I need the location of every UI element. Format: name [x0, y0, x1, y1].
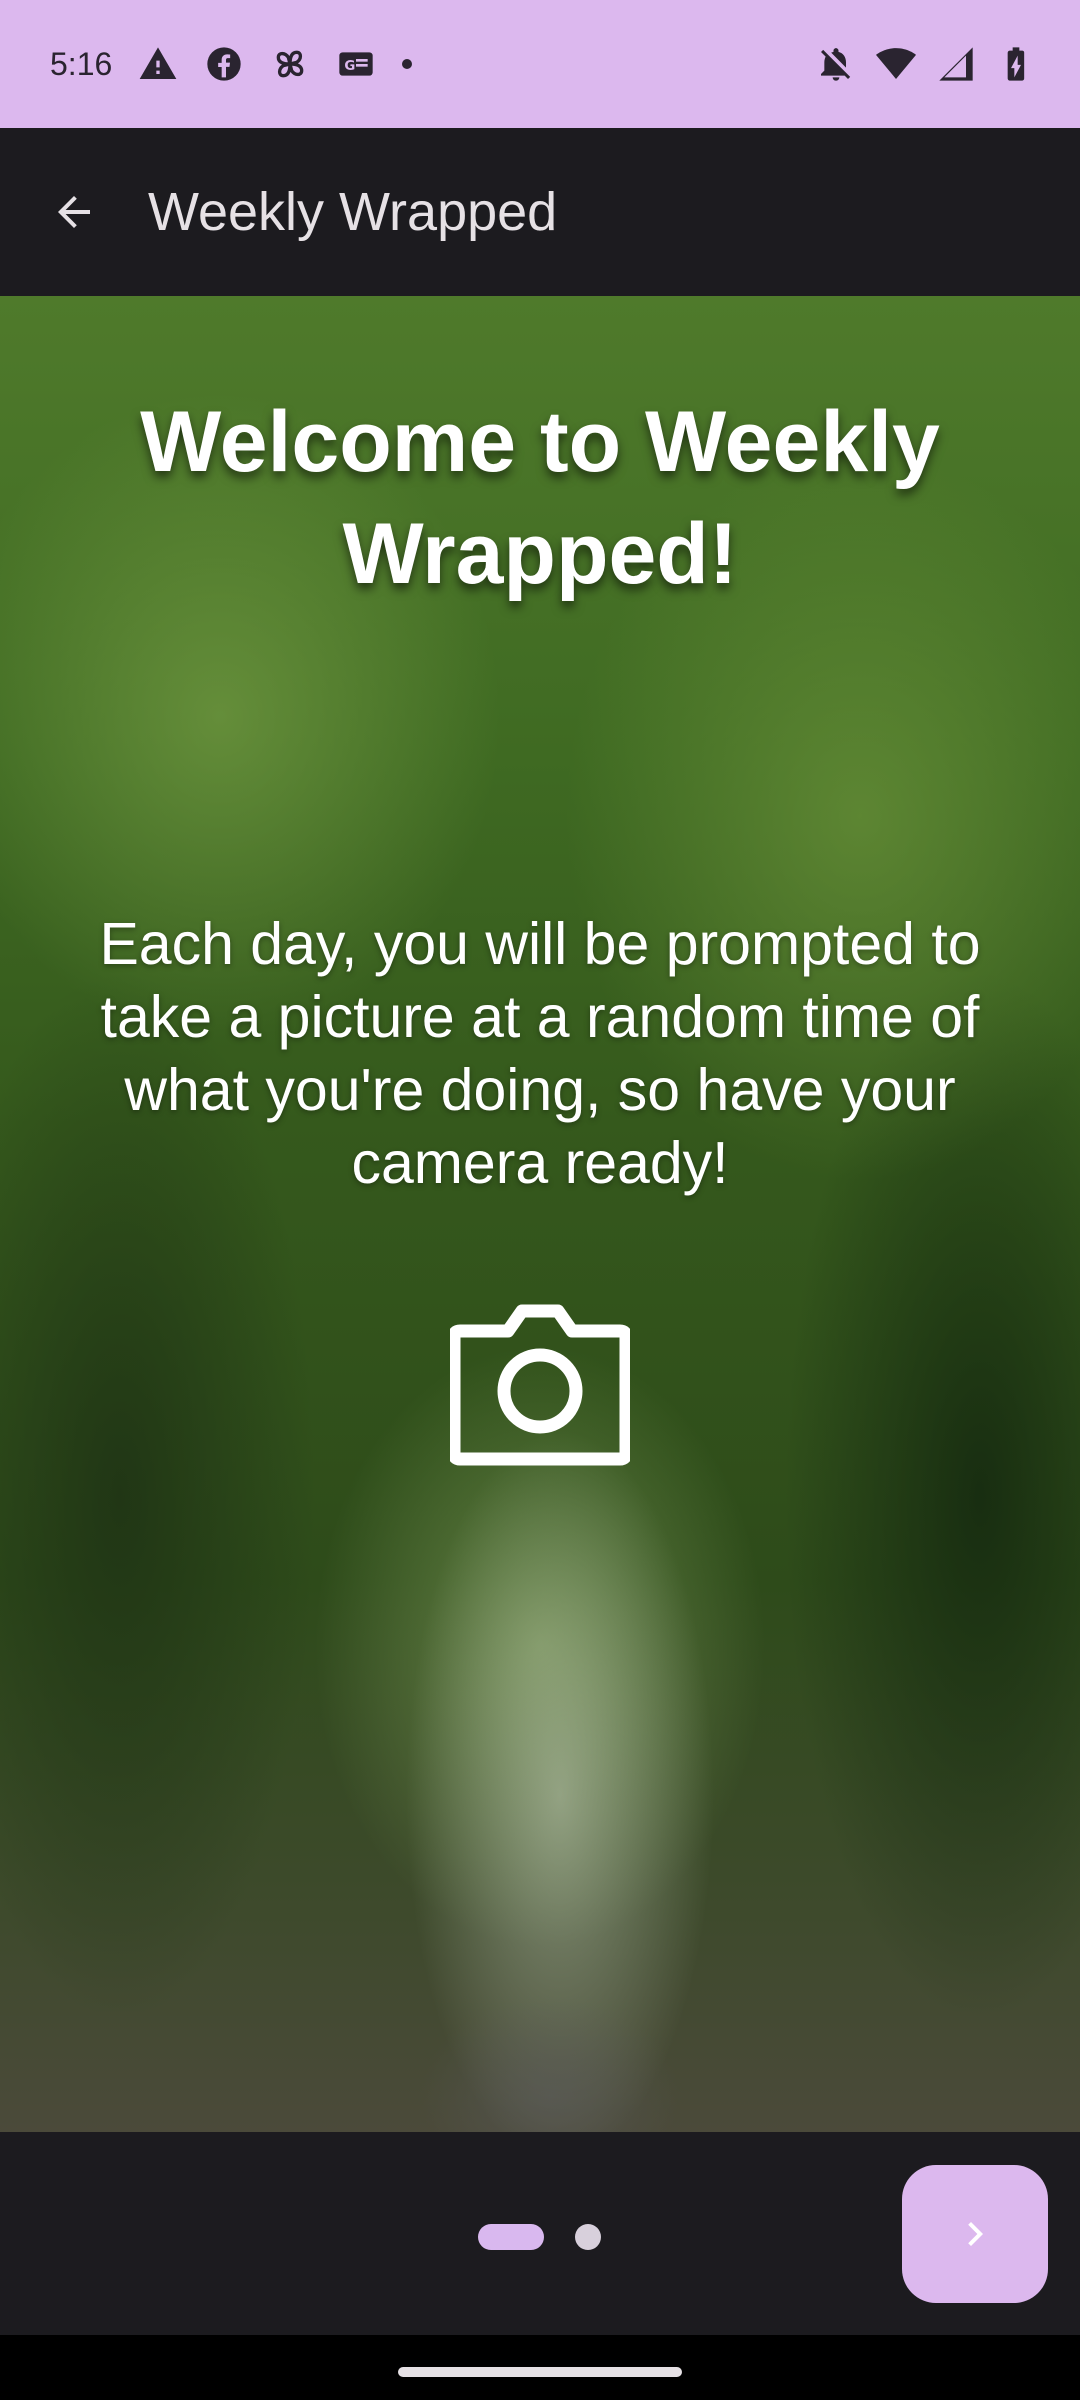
- navigation-bar: [0, 2335, 1080, 2400]
- onboarding-description: Each day, you will be prompted to take a…: [99, 911, 981, 1196]
- page-title: Weekly Wrapped: [148, 182, 558, 242]
- chevron-right-icon: [968, 2222, 983, 2246]
- battery-charging-icon: [996, 44, 1036, 84]
- facebook-icon: [204, 44, 244, 84]
- next-button[interactable]: [902, 2165, 1048, 2303]
- pinwheel-icon: [270, 44, 310, 84]
- notifications-off-icon: [816, 44, 856, 84]
- welcome-title: Welcome to Weekly Wrapped!: [140, 394, 940, 602]
- wifi-icon: [876, 44, 916, 84]
- status-time: 5:16: [50, 45, 113, 82]
- bottom-bar: [0, 2132, 1080, 2335]
- signal-icon: [936, 44, 976, 84]
- back-button[interactable]: [26, 164, 122, 260]
- status-right: [816, 44, 1036, 84]
- page-indicator-inactive[interactable]: [575, 2224, 601, 2250]
- status-left: 5:16 G: [50, 44, 413, 84]
- svg-text:G: G: [345, 59, 356, 74]
- arrow-back-icon: [58, 196, 90, 228]
- page-indicator-active[interactable]: [478, 2224, 544, 2250]
- app-bar: Weekly Wrapped: [0, 128, 1080, 296]
- dot-icon: [402, 59, 413, 69]
- background-image: [420, 1996, 680, 2132]
- news-icon: G: [336, 44, 376, 84]
- onboarding-page[interactable]: Welcome to Weekly Wrapped! Each day, you…: [0, 296, 1080, 2132]
- warning-icon: [138, 44, 178, 84]
- camera-icon: [447, 1301, 633, 1466]
- status-bar: 5:16 G: [0, 0, 1080, 128]
- home-gesture-handle[interactable]: [398, 2367, 682, 2377]
